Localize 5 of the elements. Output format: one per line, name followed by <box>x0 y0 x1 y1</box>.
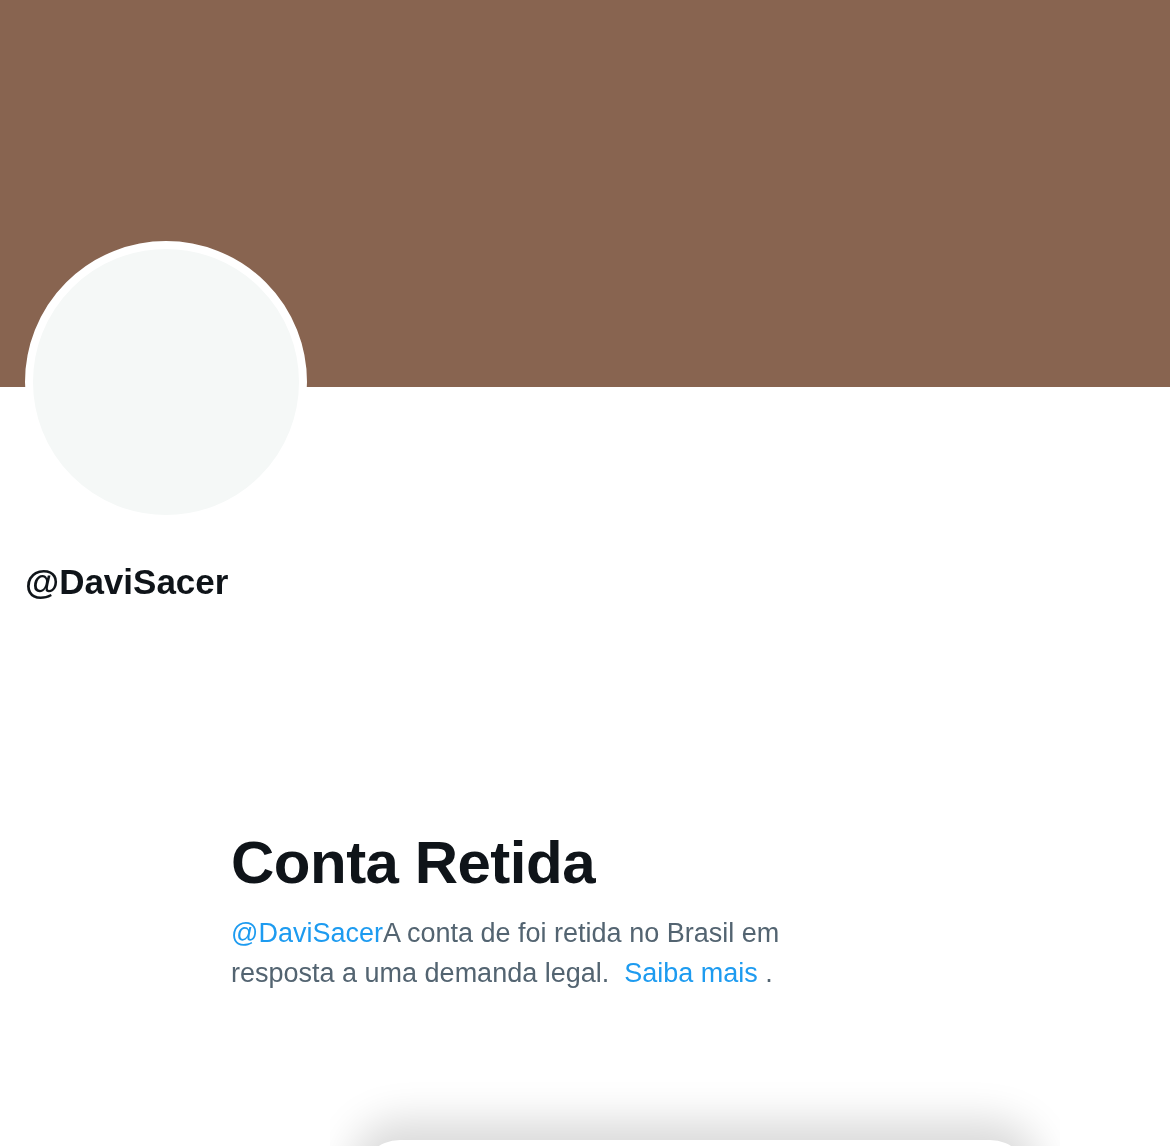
profile-handle: @DaviSacer <box>25 562 230 602</box>
notice-title: Conta Retida <box>231 828 597 898</box>
handle-link[interactable]: @DaviSacer <box>231 918 383 948</box>
learn-more-link[interactable]: Saiba mais <box>624 958 758 988</box>
notice-text: @DaviSacerA conta de foi retida no Brasil em resposta a uma demanda legal. Saiba mais . <box>231 917 781 990</box>
